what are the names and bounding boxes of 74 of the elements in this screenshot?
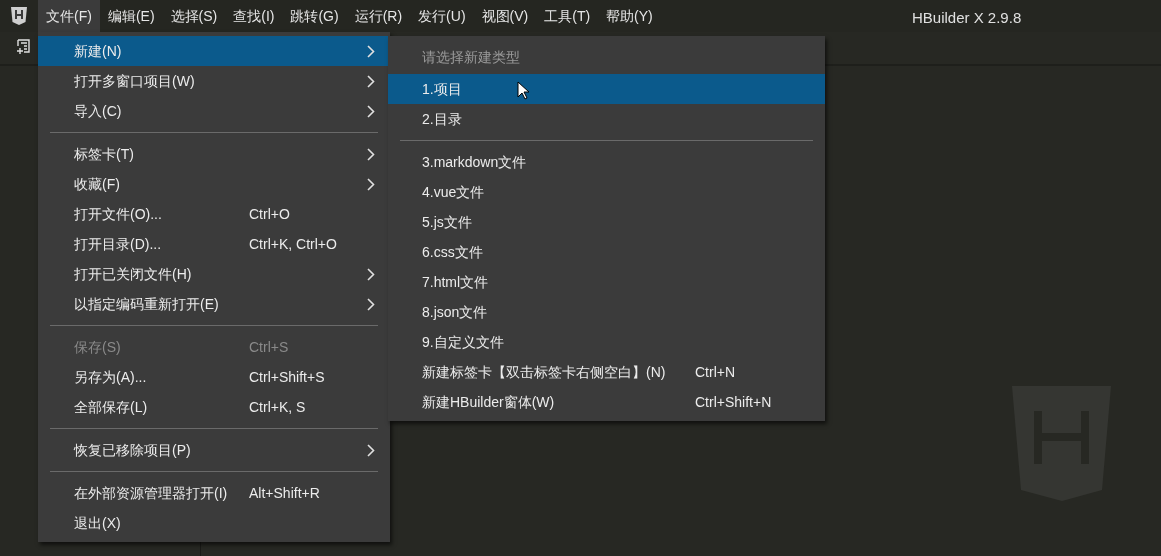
menu-item-label: 6.css文件 [422, 242, 483, 262]
menu-item-label: 3.markdown文件 [422, 152, 527, 172]
menu-item-label: 收藏(F) [74, 174, 120, 194]
menu-item-label: 打开文件(O)... [74, 204, 162, 224]
new-file-icon[interactable] [15, 39, 31, 55]
menu-item[interactable]: 查找(I) [225, 0, 283, 32]
menu-item-label: 全部保存(L) [74, 397, 148, 417]
menu-item[interactable]: 文件(F) [38, 0, 100, 32]
menu-item[interactable]: 在外部资源管理器打开(I) Alt+Shift+R [38, 478, 390, 508]
shortcut-label: Ctrl+S [249, 337, 289, 357]
menu-item-label: 在外部资源管理器打开(I) [74, 483, 228, 503]
menu-item[interactable]: 另存为(A)... Ctrl+Shift+S [38, 362, 390, 392]
menu-item[interactable]: 选择(S) [162, 0, 226, 32]
menu-item[interactable]: 标签卡(T) [38, 139, 390, 169]
menu-item-label: 保存(S) [74, 337, 121, 357]
shortcut-label: Ctrl+Shift+S [249, 367, 325, 387]
menu-item[interactable]: 收藏(F) [38, 169, 390, 199]
menu-item-label: 新建(N) [74, 41, 122, 61]
shortcut-label: Alt+Shift+R [249, 483, 320, 503]
menu-item[interactable]: 打开目录(D)... Ctrl+K, Ctrl+O [38, 229, 390, 259]
menu-item-label: 退出(X) [74, 513, 121, 533]
menu-item-label: 新建标签卡【双击标签卡右侧空白】(N) [422, 362, 666, 382]
menu-item-label: 恢复已移除项目(P) [74, 440, 191, 460]
menu-item-label: 打开多窗口项目(W) [74, 71, 195, 91]
menu-item-label: 导入(C) [74, 101, 122, 121]
shortcut-label: Ctrl+K, S [249, 397, 306, 417]
menu-item[interactable]: 编辑(E) [99, 0, 163, 32]
menu-item-label: 新建HBuilder窗体(W) [422, 392, 555, 412]
shortcut-label: Ctrl+N [695, 362, 736, 382]
menu-item[interactable]: 跳转(G) [282, 0, 347, 32]
menu-item[interactable]: 发行(U) [410, 0, 474, 32]
window-title: HBuilder X 2.9.8 [912, 8, 1022, 28]
menu-item-label: 2.目录 [422, 109, 462, 129]
menu-item[interactable]: 打开文件(O)... Ctrl+O [38, 199, 390, 229]
menu-item-label: 4.vue文件 [422, 182, 485, 202]
menu-item[interactable]: 6.css文件 [388, 237, 825, 267]
shortcut-label: Ctrl+K, Ctrl+O [249, 234, 337, 254]
menu-item[interactable]: 工具(T) [536, 0, 599, 32]
menu-item[interactable]: 帮助(Y) [598, 0, 661, 32]
menu-item-label: 打开目录(D)... [74, 234, 162, 254]
menu-item[interactable]: 1.项目 [388, 74, 825, 104]
menu-item-label: 标签卡(T) [74, 144, 134, 164]
menu-header: 请选择新建类型 [421, 47, 521, 67]
menu-item[interactable]: 新建标签卡【双击标签卡右侧空白】(N) Ctrl+N [388, 357, 825, 387]
shortcut-label: Ctrl+Shift+N [695, 392, 772, 412]
menu-item-label: 5.js文件 [422, 212, 472, 232]
menu-item-label: 以指定编码重新打开(E) [74, 294, 219, 314]
menu-item[interactable]: 3.markdown文件 [388, 147, 825, 177]
menu-item[interactable]: 新建(N) [38, 36, 390, 66]
app-logo-icon [11, 7, 27, 25]
menu-item[interactable]: 导入(C) [38, 96, 390, 126]
shortcut-label: Ctrl+O [249, 204, 290, 224]
menu-item-label: 8.json文件 [422, 302, 488, 322]
menu-item-label: 1.项目 [422, 79, 462, 99]
menu-item-label: 另存为(A)... [74, 367, 147, 387]
menu-item[interactable]: 9.自定义文件 [388, 327, 825, 357]
menu-item[interactable]: 退出(X) [38, 508, 390, 538]
menu-item[interactable]: 5.js文件 [388, 207, 825, 237]
menu-item[interactable]: 8.json文件 [388, 297, 825, 327]
menu-item[interactable]: 7.html文件 [388, 267, 825, 297]
mouse-cursor-icon [517, 81, 530, 100]
menu-item[interactable]: 运行(R) [346, 0, 411, 32]
menu-item-label: 9.自定义文件 [422, 332, 504, 352]
menu-item-label: 7.html文件 [422, 272, 489, 292]
menu-item[interactable]: 打开已关闭文件(H) [38, 259, 390, 289]
menu-item[interactable]: 打开多窗口项目(W) [38, 66, 390, 96]
menu-item[interactable]: 恢复已移除项目(P) [38, 435, 390, 465]
menu-item[interactable]: 新建HBuilder窗体(W) Ctrl+Shift+N [388, 387, 825, 417]
menu-item[interactable]: 视图(V) [473, 0, 537, 32]
menu-item[interactable]: 2.目录 [388, 104, 825, 134]
menu-item-label: 打开已关闭文件(H) [74, 264, 192, 284]
menu-item[interactable]: 4.vue文件 [388, 177, 825, 207]
menu-item[interactable]: 全部保存(L) Ctrl+K, S [38, 392, 390, 422]
menu-item[interactable]: 以指定编码重新打开(E) [38, 289, 390, 319]
